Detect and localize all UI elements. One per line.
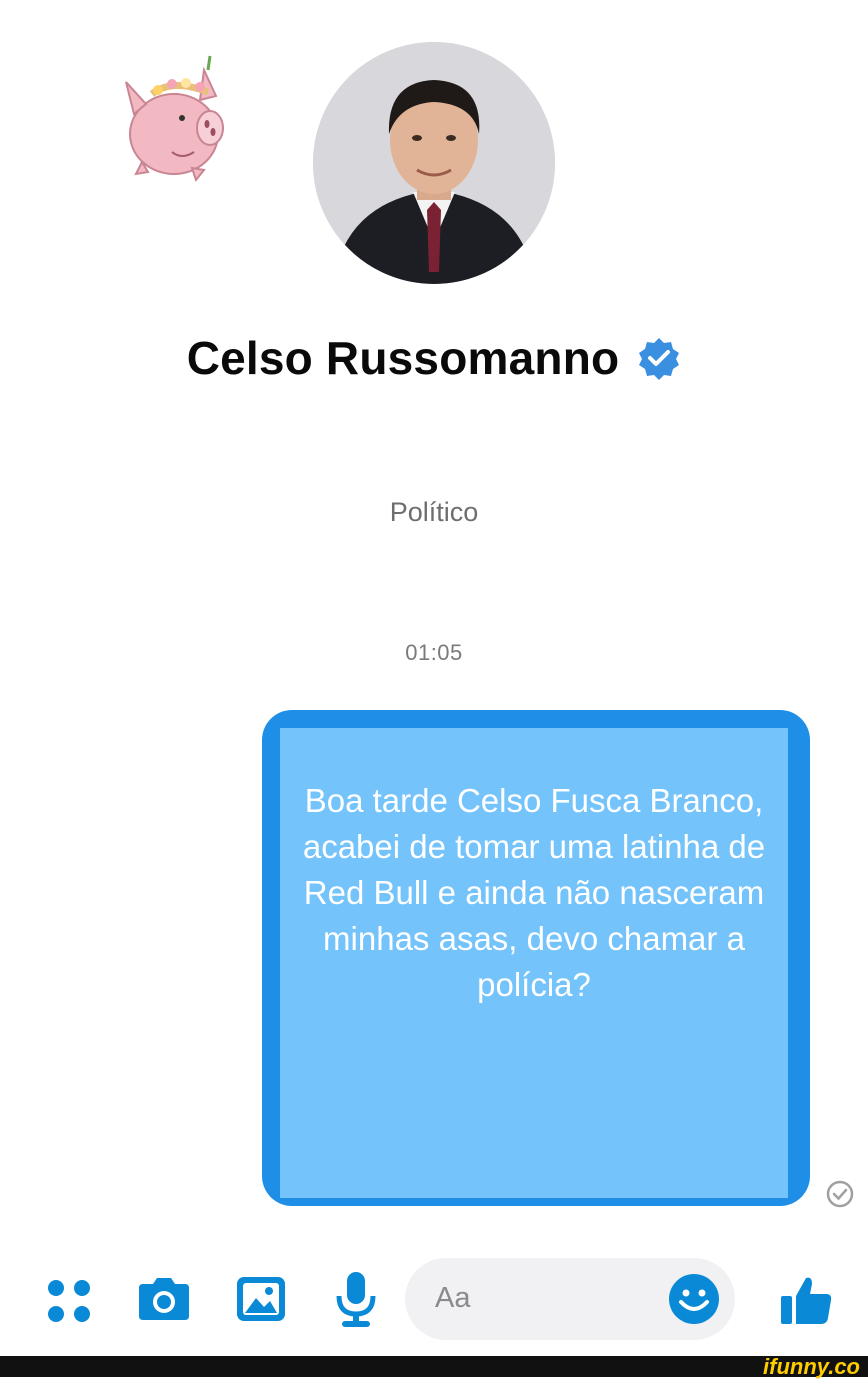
avatar-photo	[313, 42, 555, 284]
profile-avatar[interactable]	[313, 42, 555, 284]
pig-sticker	[125, 55, 224, 183]
watermark-bar: ifunny.co	[0, 1354, 868, 1379]
message-text: Boa tarde Celso Fusca Branco, acabei de …	[302, 782, 766, 1003]
profile-subtitle: Político	[389, 497, 479, 527]
profile-name-row: Celso Russomanno	[0, 318, 868, 398]
watermark-logo: ifunny.co	[763, 1354, 860, 1379]
message-content-area: Boa tarde Celso Fusca Branco, acabei de …	[280, 728, 788, 1198]
camera-icon[interactable]	[135, 1274, 193, 1324]
message-timestamp: 01:05	[405, 640, 463, 665]
verified-badge-icon	[639, 338, 680, 380]
emoji-icon[interactable]	[667, 1272, 721, 1326]
sent-message-bubble[interactable]: Boa tarde Celso Fusca Branco, acabei de …	[262, 710, 810, 1206]
profile-name: Celso Russomanno	[186, 332, 620, 384]
message-input-placeholder: Aa	[435, 1282, 471, 1314]
sent-check-icon	[826, 1180, 854, 1208]
menu-dots-icon[interactable]	[46, 1278, 92, 1324]
gallery-icon[interactable]	[234, 1274, 288, 1324]
thumbs-up-icon[interactable]	[778, 1272, 834, 1328]
message-input[interactable]: Aa	[405, 1258, 735, 1340]
microphone-icon[interactable]	[334, 1270, 378, 1330]
